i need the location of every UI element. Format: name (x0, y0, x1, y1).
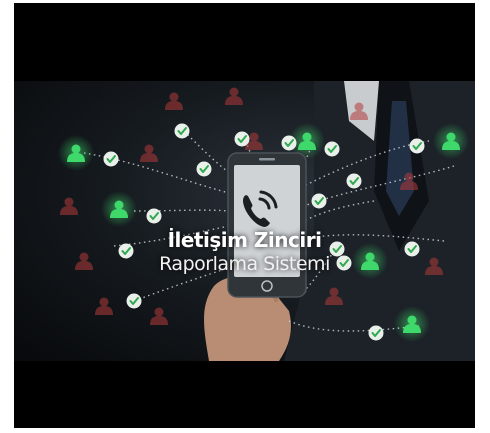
checkmark-icon (368, 325, 384, 341)
person-icon (140, 144, 158, 162)
checkmark-icon (146, 208, 162, 224)
checkmark-icon (329, 241, 345, 257)
checkmark-icon (103, 151, 119, 167)
checkmark-icon (118, 243, 134, 259)
checkmark-icon (234, 131, 250, 147)
smartphone (227, 152, 307, 298)
video-frame[interactable]: İletişim Zinciri Raporlama Sistemi (14, 3, 475, 428)
checkmark-icon (311, 193, 327, 209)
checkmark-icon (196, 161, 212, 177)
checkmark-icon (281, 135, 297, 151)
person-icon (75, 252, 93, 270)
checkmark-icon (346, 173, 362, 189)
person-icon (165, 92, 183, 110)
thumbnail-image: İletişim Zinciri Raporlama Sistemi (14, 81, 475, 361)
checkmark-icon (404, 241, 420, 257)
checkmark-icon (174, 123, 190, 139)
checkmark-icon (126, 293, 142, 309)
checkmark-icon (324, 141, 340, 157)
person-icon (225, 87, 243, 105)
checkmark-icon (336, 255, 352, 271)
person-icon (60, 197, 78, 215)
checkmark-icon (409, 138, 425, 154)
businessman-silhouette (284, 81, 475, 361)
person-icon (95, 297, 113, 315)
network-illustration (58, 81, 475, 361)
person-icon (150, 307, 168, 325)
